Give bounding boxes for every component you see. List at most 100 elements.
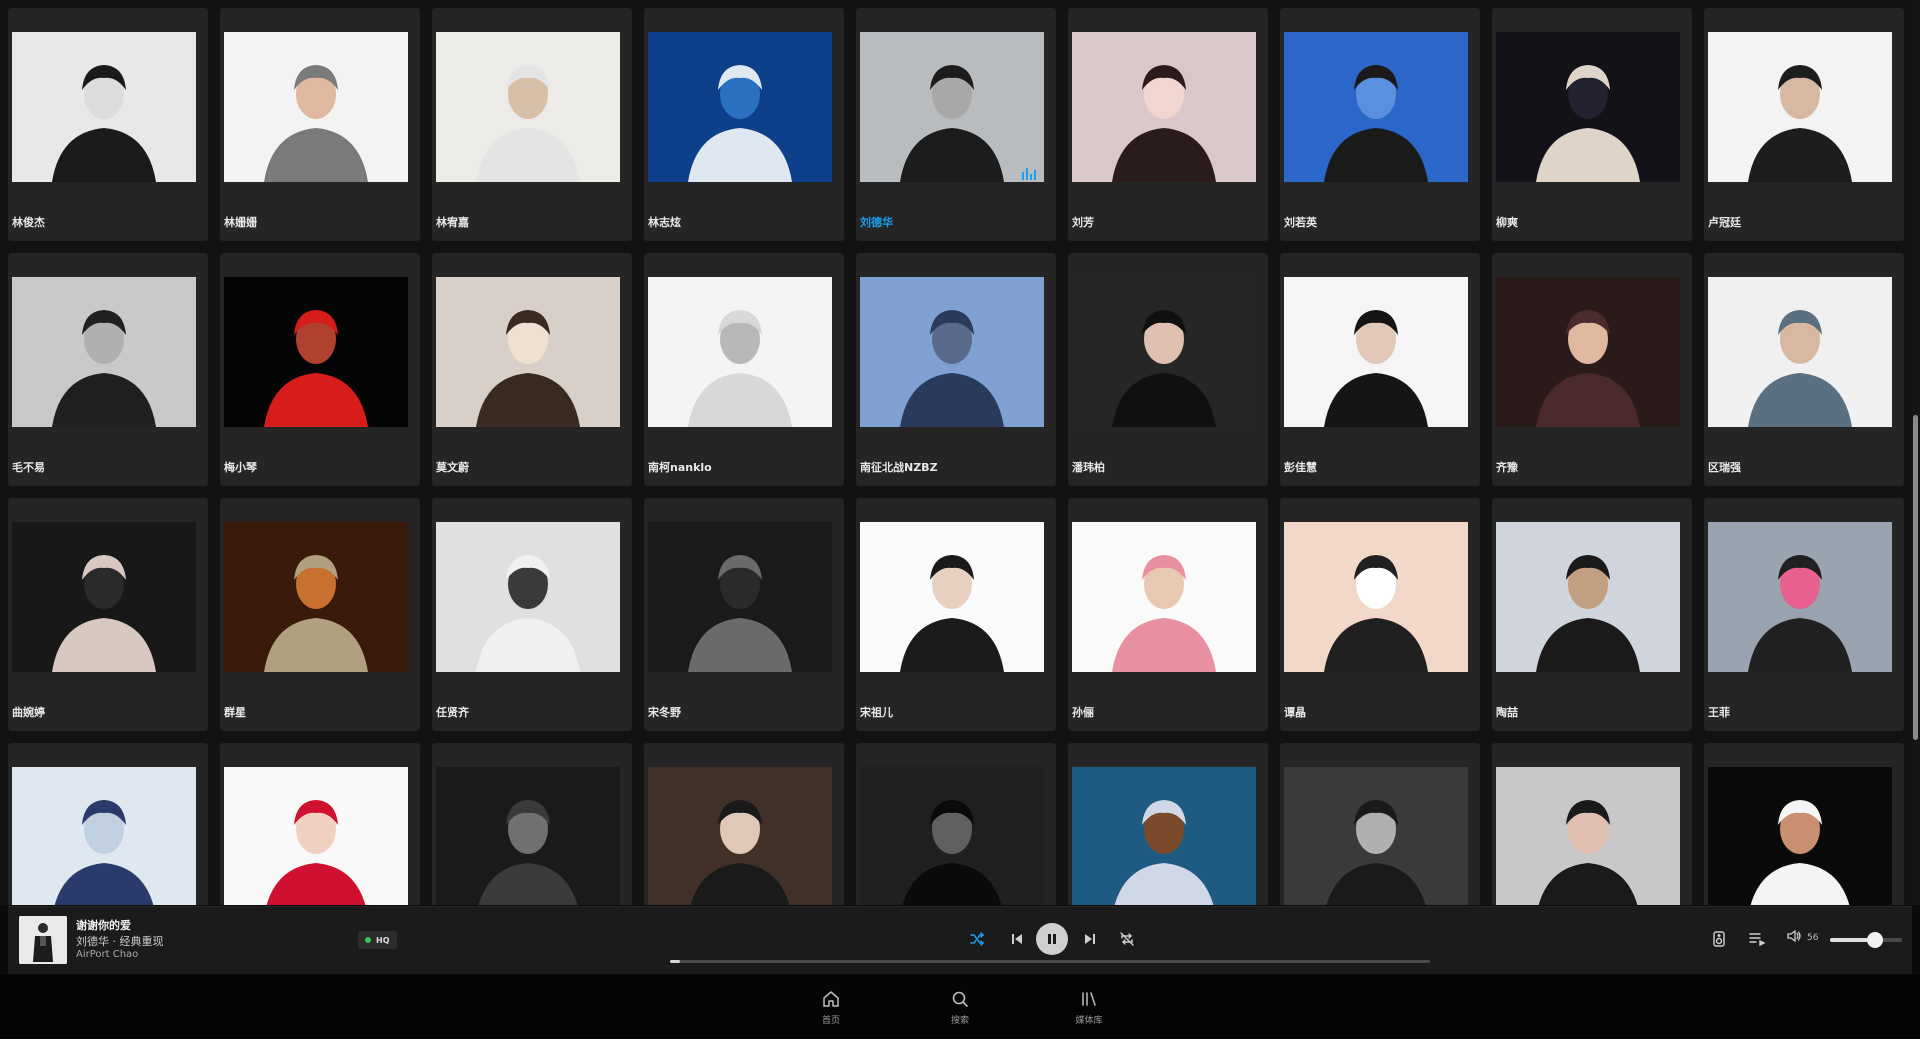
- artist-card[interactable]: [1704, 743, 1904, 905]
- artist-card[interactable]: [220, 743, 420, 905]
- artist-card[interactable]: [1492, 743, 1692, 905]
- output-device-button[interactable]: [1707, 927, 1731, 951]
- artist-card[interactable]: 林志炫: [644, 8, 844, 241]
- artist-photo: [436, 767, 620, 905]
- artist-card[interactable]: 林宥嘉: [432, 8, 632, 241]
- artist-card[interactable]: 王菲: [1704, 498, 1904, 731]
- artist-name: 宋冬野: [648, 706, 681, 719]
- artist-card[interactable]: 卢冠廷: [1704, 8, 1904, 241]
- nav-search-label: 搜索: [950, 1016, 969, 1026]
- volume-icon[interactable]: [1786, 928, 1802, 948]
- artist-photo: [1496, 522, 1680, 672]
- artist-card[interactable]: 任贤齐: [432, 498, 632, 731]
- artist-card[interactable]: [856, 743, 1056, 905]
- artist-card[interactable]: 柳爽: [1492, 8, 1692, 241]
- artist-name: 梅小琴: [224, 461, 257, 474]
- artist-card[interactable]: [1280, 743, 1480, 905]
- artist-photo: [224, 277, 408, 427]
- now-playing-artwork[interactable]: [19, 916, 67, 964]
- artist-photo: [1284, 522, 1468, 672]
- artist-card[interactable]: 孙俪: [1068, 498, 1268, 731]
- nav-home[interactable]: 首页: [806, 990, 856, 1026]
- queue-button[interactable]: [1746, 927, 1770, 951]
- artist-photo: [1496, 32, 1680, 182]
- artist-card[interactable]: 南柯nanklo: [644, 253, 844, 486]
- artist-card[interactable]: 林姗姗: [220, 8, 420, 241]
- artist-card[interactable]: [1068, 743, 1268, 905]
- artist-card[interactable]: 陶喆: [1492, 498, 1692, 731]
- artist-card[interactable]: 区瑞强: [1704, 253, 1904, 486]
- now-playing-title[interactable]: 谢谢你的爱: [76, 917, 131, 933]
- artist-card[interactable]: 梅小琴: [220, 253, 420, 486]
- artist-name: 柳爽: [1496, 216, 1518, 229]
- artist-card[interactable]: 群星: [220, 498, 420, 731]
- skip-forward-icon: [1085, 934, 1095, 944]
- artist-card[interactable]: 刘芳: [1068, 8, 1268, 241]
- artist-photo: [1072, 767, 1256, 905]
- artist-name: 齐豫: [1496, 461, 1518, 474]
- artist-photo: [1708, 767, 1892, 905]
- quality-badge[interactable]: HQ: [358, 931, 397, 949]
- scroll-thumb[interactable]: [1913, 415, 1918, 740]
- repeat-button[interactable]: [1115, 927, 1139, 951]
- pause-icon: [1036, 923, 1068, 955]
- artist-card[interactable]: [8, 743, 208, 905]
- home-icon: [823, 991, 839, 1007]
- search-icon: [952, 991, 968, 1007]
- artist-card[interactable]: 莫文蔚: [432, 253, 632, 486]
- now-playing-equalizer-icon: [1022, 168, 1036, 180]
- artist-card[interactable]: 宋祖儿: [856, 498, 1056, 731]
- volume-value: 56: [1807, 933, 1819, 943]
- player-bar: 谢谢你的爱 刘德华 · 经典重现 AirPort Chao HQ 56: [8, 906, 1912, 974]
- artist-name: 南征北战NZBZ: [860, 461, 938, 474]
- artist-photo: [224, 522, 408, 672]
- quality-label: HQ: [376, 935, 390, 945]
- artist-card[interactable]: 潘玮柏: [1068, 253, 1268, 486]
- artist-name: 刘德华: [860, 216, 893, 229]
- music-app: 林俊杰 林姗姗 林宥嘉 林志炫 刘德华 刘芳 刘若英 柳爽 卢冠廷毛不易 梅小琴 莫文蔚 南柯nank…: [0, 0, 1920, 1039]
- artist-name: 林姗姗: [224, 216, 257, 229]
- artist-card[interactable]: 谭晶: [1280, 498, 1480, 731]
- artist-card[interactable]: 林俊杰: [8, 8, 208, 241]
- artist-card[interactable]: 彭佳慧: [1280, 253, 1480, 486]
- nav-library[interactable]: 媒体库: [1064, 990, 1114, 1026]
- skip-back-icon: [1012, 934, 1022, 944]
- volume-slider[interactable]: [1830, 938, 1902, 942]
- artist-card[interactable]: 齐豫: [1492, 253, 1692, 486]
- artist-photo: [12, 277, 196, 427]
- artist-card[interactable]: [432, 743, 632, 905]
- now-playing-artist-album[interactable]: 刘德华 · 经典重现: [76, 933, 164, 949]
- artist-card[interactable]: 南征北战NZBZ: [856, 253, 1056, 486]
- artist-photo: [1072, 32, 1256, 182]
- artist-card[interactable]: 刘若英: [1280, 8, 1480, 241]
- playback-progress-bar[interactable]: [670, 960, 1430, 963]
- artist-card[interactable]: 刘德华: [856, 8, 1056, 241]
- artist-card[interactable]: 宋冬野: [644, 498, 844, 731]
- artist-card[interactable]: [644, 743, 844, 905]
- previous-button[interactable]: [1005, 927, 1029, 951]
- artist-name: 陶喆: [1496, 706, 1518, 719]
- next-button[interactable]: [1078, 927, 1102, 951]
- artist-photo: [1708, 522, 1892, 672]
- artist-grid: 林俊杰 林姗姗 林宥嘉 林志炫 刘德华 刘芳 刘若英 柳爽 卢冠廷毛不易 梅小琴 莫文蔚 南柯nank…: [8, 8, 1904, 905]
- artist-photo: [1708, 32, 1892, 182]
- play-pause-button[interactable]: [1033, 920, 1071, 958]
- artist-grid-viewport: 林俊杰 林姗姗 林宥嘉 林志炫 刘德华 刘芳 刘若英 柳爽 卢冠廷毛不易 梅小琴 莫文蔚 南柯nank…: [0, 0, 1912, 905]
- repeat-off-icon: [1120, 932, 1134, 946]
- nav-library-label: 媒体库: [1075, 1016, 1103, 1026]
- shuffle-button[interactable]: [965, 927, 989, 951]
- artist-name: 曲婉婷: [12, 706, 45, 719]
- queue-list-icon: [1749, 933, 1766, 946]
- artist-photo: [436, 522, 620, 672]
- nav-home-label: 首页: [821, 1016, 840, 1026]
- scrollbar[interactable]: [1911, 0, 1920, 905]
- artist-photo: [648, 277, 832, 427]
- artist-name: 卢冠廷: [1708, 216, 1741, 229]
- artist-card[interactable]: 毛不易: [8, 253, 208, 486]
- artist-card[interactable]: 曲婉婷: [8, 498, 208, 731]
- volume-slider-handle[interactable]: [1867, 932, 1883, 948]
- artist-photo: [1496, 277, 1680, 427]
- nav-search[interactable]: 搜索: [935, 990, 985, 1026]
- artist-photo: [648, 767, 832, 905]
- bottom-navigation: 首页 搜索 媒体库: [0, 975, 1920, 1039]
